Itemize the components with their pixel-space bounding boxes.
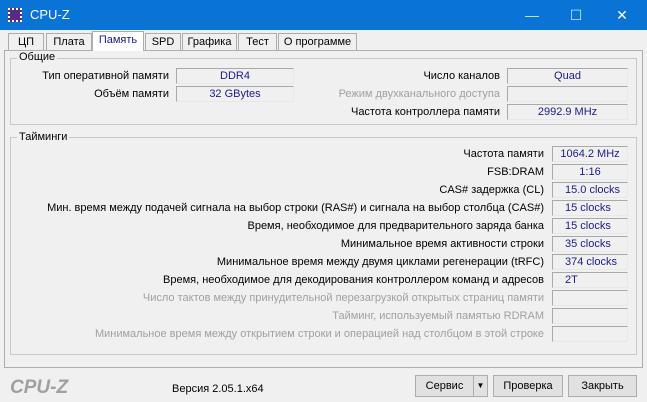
timing-value: 2T bbox=[552, 272, 628, 288]
dc-mode-label: Режим двухканального доступа bbox=[338, 88, 500, 100]
timing-label: Частота памяти bbox=[463, 148, 544, 160]
timing-label: FSB:DRAM bbox=[487, 166, 544, 178]
timing-value: 1:16 bbox=[552, 164, 628, 180]
timing-value bbox=[552, 308, 628, 324]
channels-value: Quad bbox=[507, 68, 628, 84]
general-title: Общие bbox=[17, 51, 58, 63]
timing-label: Тайминг, используемый памятью RDRAM bbox=[332, 310, 544, 322]
title-bar: CPU-Z — ☐ ✕ bbox=[0, 0, 647, 30]
tools-dropdown-arrow[interactable]: ▼ bbox=[473, 375, 488, 397]
timing-label: Время, необходимое для предварительного … bbox=[247, 220, 544, 232]
tools-button[interactable]: Сервис bbox=[415, 375, 474, 397]
timing-value bbox=[552, 290, 628, 306]
timing-label: Минимальное время между открытием строки… bbox=[94, 328, 544, 340]
close-button[interactable]: Закрыть bbox=[568, 375, 637, 397]
memory-type-label: Тип оперативной памяти bbox=[42, 70, 169, 82]
app-icon bbox=[8, 8, 22, 22]
timing-value: 1064.2 MHz bbox=[552, 146, 628, 162]
tab-bench[interactable]: Тест bbox=[238, 33, 277, 50]
tab-memory[interactable]: Память bbox=[92, 31, 144, 51]
close-window-button[interactable]: ✕ bbox=[599, 0, 645, 30]
timing-label: CAS# задержка (CL) bbox=[439, 184, 544, 196]
memory-size-value: 32 GBytes bbox=[176, 86, 294, 102]
memory-size-label: Объём памяти bbox=[94, 88, 169, 100]
tab-mainboard[interactable]: Плата bbox=[46, 33, 92, 50]
timing-label: Минимальное время между двумя циклами ре… bbox=[216, 256, 544, 268]
timing-value: 15 clocks bbox=[552, 200, 628, 216]
timing-value: 15 clocks bbox=[552, 218, 628, 234]
window-title: CPU-Z bbox=[30, 7, 70, 22]
dc-mode-value bbox=[507, 86, 628, 102]
tab-cpu[interactable]: ЦП bbox=[8, 33, 44, 50]
timing-label: Мин. время между подачей сигнала на выбо… bbox=[47, 202, 544, 214]
uncore-freq-label: Частота контроллера памяти bbox=[350, 106, 500, 118]
timing-value bbox=[552, 326, 628, 342]
channels-label: Число каналов bbox=[423, 70, 500, 82]
memory-type-value: DDR4 bbox=[176, 68, 294, 84]
timing-value: 15.0 clocks bbox=[552, 182, 628, 198]
validate-button[interactable]: Проверка bbox=[493, 375, 563, 397]
version-text: Версия 2.05.1.x64 bbox=[172, 383, 264, 395]
maximize-button[interactable]: ☐ bbox=[553, 0, 599, 30]
tab-spd[interactable]: SPD bbox=[145, 33, 181, 50]
timings-title: Тайминги bbox=[17, 131, 70, 143]
timing-label: Минимальное время активности строки bbox=[340, 238, 544, 250]
timing-label: Число тактов между принудительной переза… bbox=[142, 292, 544, 304]
tab-graphics[interactable]: Графика bbox=[182, 33, 237, 50]
timing-value: 35 clocks bbox=[552, 236, 628, 252]
cpuz-logo: CPU-Z bbox=[10, 377, 69, 398]
timing-value: 374 clocks bbox=[552, 254, 628, 270]
minimize-button[interactable]: — bbox=[509, 0, 555, 30]
timing-label: Время, необходимое для декодирования кон… bbox=[163, 274, 544, 286]
tab-about[interactable]: О программе bbox=[278, 33, 357, 50]
uncore-freq-value: 2992.9 MHz bbox=[507, 104, 628, 120]
